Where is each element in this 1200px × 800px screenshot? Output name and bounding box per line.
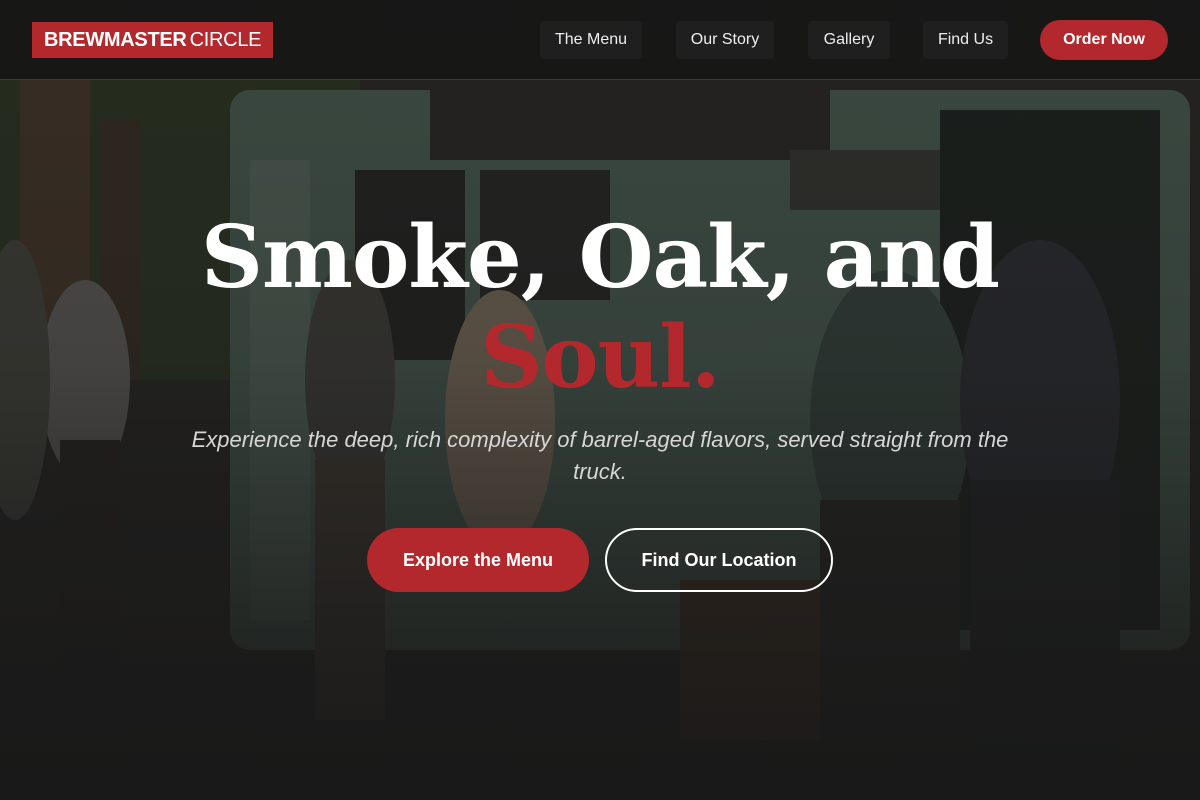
find-location-button[interactable]: Find Our Location [605,528,833,592]
hero-title-line2: Soul. [480,307,721,408]
site-header: BREWMASTER CIRCLE The Menu Our Story Gal… [0,0,1200,80]
nav-item-menu[interactable]: The Menu [540,21,642,59]
hero-title: Smoke, Oak, and Soul. [0,208,1200,408]
order-now-button[interactable]: Order Now [1040,20,1168,60]
hero-subtitle: Experience the deep, rich complexity of … [191,427,1009,484]
brand-logo[interactable]: BREWMASTER CIRCLE [32,22,274,58]
brand-name-bold: BREWMASTER [44,28,187,51]
nav-item-our-story[interactable]: Our Story [676,21,774,59]
explore-menu-button[interactable]: Explore the Menu [367,528,589,592]
nav-item-gallery[interactable]: Gallery [808,21,890,59]
brand-name-light: CIRCLE [189,28,262,51]
hero-title-line1: Smoke, Oak, and [200,207,1000,308]
nav-item-find-us[interactable]: Find Us [923,21,1008,59]
